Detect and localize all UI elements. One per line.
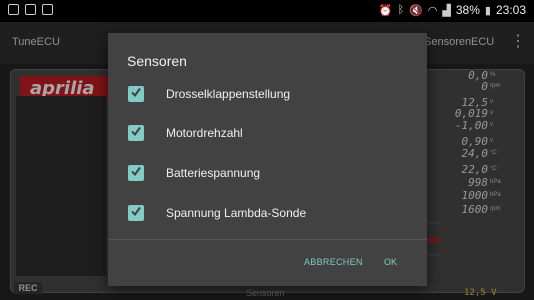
checkbox[interactable] [128,125,144,141]
check-icon [131,126,141,137]
status-bar: ⏰ ᛒ 🔇 ◠ ▟ 38% ▮ 23:03 [0,0,534,22]
sensor-option-rpm[interactable]: Motordrehzahl [108,113,427,153]
wifi-icon: ◠ [427,4,438,17]
checkbox[interactable] [128,86,144,102]
cancel-button[interactable]: ABBRECHEN [304,257,363,267]
checkbox[interactable] [128,205,144,221]
sensor-option-label: Spannung Lambda-Sonde [166,206,307,220]
checkbox[interactable] [128,165,144,181]
sensor-option-throttle[interactable]: Drosselklappenstellung [108,74,427,114]
check-icon [131,206,141,217]
sensor-option-lambda[interactable]: Spannung Lambda-Sonde [108,193,427,233]
gallery-icon [8,4,19,15]
notification-icons [8,4,53,15]
image-icon [42,4,53,15]
sensor-option-label: Motordrehzahl [166,126,243,140]
sensor-option-label: Drosselklappenstellung [166,87,291,101]
signal-icon: ▟ [442,4,451,17]
dialog-divider [108,239,427,240]
sensor-option-battery[interactable]: Batteriespannung [108,153,427,193]
bluetooth-icon: ᛒ [397,4,405,16]
sensor-option-label: Batteriespannung [166,166,261,180]
mute-icon: 🔇 [409,4,423,17]
check-icon [131,166,141,177]
sensor-selection-dialog: Sensoren Drosselklappenstellung Motordre… [108,33,427,286]
ok-button[interactable]: OK [384,257,397,267]
check-icon [131,87,141,98]
instagram-icon [25,4,36,15]
alarm-icon: ⏰ [378,4,393,17]
status-right: ⏰ ᛒ 🔇 ◠ ▟ 38% ▮ 23:03 [379,3,526,17]
dialog-title: Sensoren [127,53,187,69]
battery-icon: ▮ [484,4,491,17]
battery-percent: 38% [455,3,480,17]
clock: 23:03 [495,3,526,17]
